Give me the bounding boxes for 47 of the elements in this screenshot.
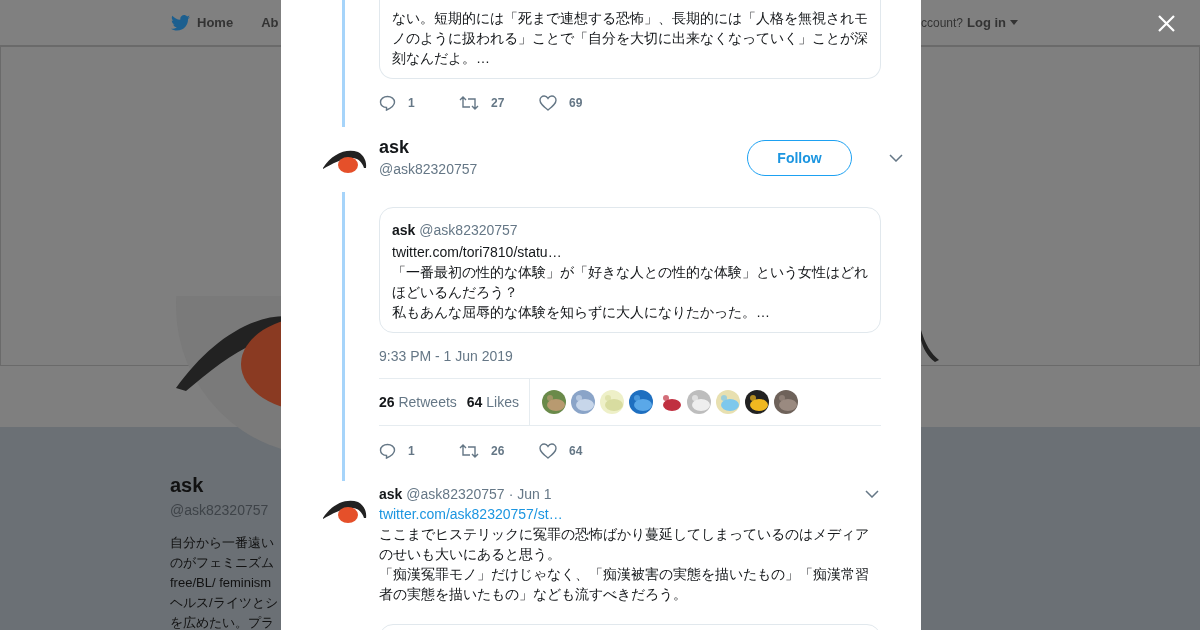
tweet-paragraph: 「痴漢冤罪モノ」だけじゃなく、「痴漢被害の実態を描いたもの」「痴漢常習者の実態を描いたもの」なども流すべきだろう。	[379, 565, 870, 604]
retweet-icon[interactable]	[459, 96, 479, 110]
chevron-down-icon[interactable]	[865, 490, 879, 498]
profile-bio-line: free/BL/ feminism	[170, 574, 272, 592]
action-count: 1	[408, 443, 415, 460]
retweet-icon[interactable]	[459, 444, 479, 458]
nav-link[interactable]: Ab	[261, 12, 279, 33]
likes-stat[interactable]: 64 Likes	[466, 391, 519, 413]
reply-icon[interactable]	[379, 95, 396, 111]
profile-bio-line: を広めたい。プラ	[170, 614, 274, 630]
quoted-tweet-paragraph: 「一番最初の性的な体験」が「好きな人との性的な体験」という女性はどれほどいるんだろう？	[392, 263, 868, 302]
quoted-tweet-card[interactable]: ask @ask82320757 twitter.com/tori7810/statu… 「一番最初の性的な体験」が「好きな人との性的な体験」という女性はどれほどいるんだろう？ 私もあんな屈辱的な体験を知らずに大人になりたかった。…	[379, 207, 881, 333]
author-name: ask	[392, 221, 416, 240]
bird-avatar-icon	[322, 498, 368, 526]
action-count: 64	[569, 443, 583, 460]
author-handle: @ask82320757	[419, 221, 518, 240]
tweet-paragraph: ここまでヒステリックに冤罪の恐怖ばかり蔓延してしまっているのはメディアのせいも大いにあると思う。	[379, 525, 870, 564]
chevron-down-icon[interactable]	[888, 154, 903, 162]
bird-avatar-icon	[322, 148, 368, 176]
profile-name: ask	[170, 473, 204, 497]
action-count: 69	[569, 95, 583, 112]
action-count: 1	[408, 95, 415, 112]
heart-icon[interactable]	[539, 443, 557, 459]
author-name[interactable]: ask	[379, 136, 747, 158]
login-link[interactable]: Log in	[967, 13, 1007, 33]
author-handle[interactable]: @ask82320757	[379, 159, 747, 180]
nav-link[interactable]: Home	[197, 12, 234, 33]
retweets-stat[interactable]: 26 Retweets	[379, 391, 457, 413]
tweet-timestamp[interactable]: 9:33 PM - 1 Jun 2019	[379, 347, 881, 365]
action-count: 26	[491, 443, 505, 460]
quoted-tweet-card[interactable]: ない。短期的には「死まで連想する恐怖」、長期的には「人格を無視されモノのように扱われる」ことで「自分を大切に出来なくなっていく」ことが深刻なんだよ。…	[379, 0, 881, 79]
caret-icon	[1010, 20, 1019, 26]
tweet-date[interactable]: · Jun 1	[508, 483, 552, 505]
tweet-link[interactable]: twitter.com/ask82320757/st…	[379, 504, 563, 524]
author-handle[interactable]: @ask82320757	[406, 483, 505, 505]
quoted-tweet-text: ない。短期的には「死まで連想する恐怖」、長期的には「人格を無視されモノのように扱われる」ことで「自分を大切に出来なくなっていく」ことが深刻なんだよ。…	[392, 9, 869, 68]
quoted-tweet-paragraph: twitter.com/tori7810/statu…	[392, 243, 562, 262]
bird-tail-icon	[921, 330, 941, 362]
reply-icon[interactable]	[379, 443, 396, 459]
quoted-tweet-paragraph: 私もあんな屈辱的な体験を知らずに大人になりたかった。…	[392, 303, 770, 322]
close-icon[interactable]	[1158, 15, 1175, 32]
profile-bio-line: ヘルス/ライツとシ	[170, 594, 278, 612]
heart-icon[interactable]	[539, 95, 557, 111]
author-name[interactable]: ask	[379, 483, 403, 505]
profile-bio-line: のがフェミニズム	[170, 554, 274, 572]
login-prompt: ccount?	[921, 14, 964, 32]
action-count: 27	[491, 95, 505, 112]
